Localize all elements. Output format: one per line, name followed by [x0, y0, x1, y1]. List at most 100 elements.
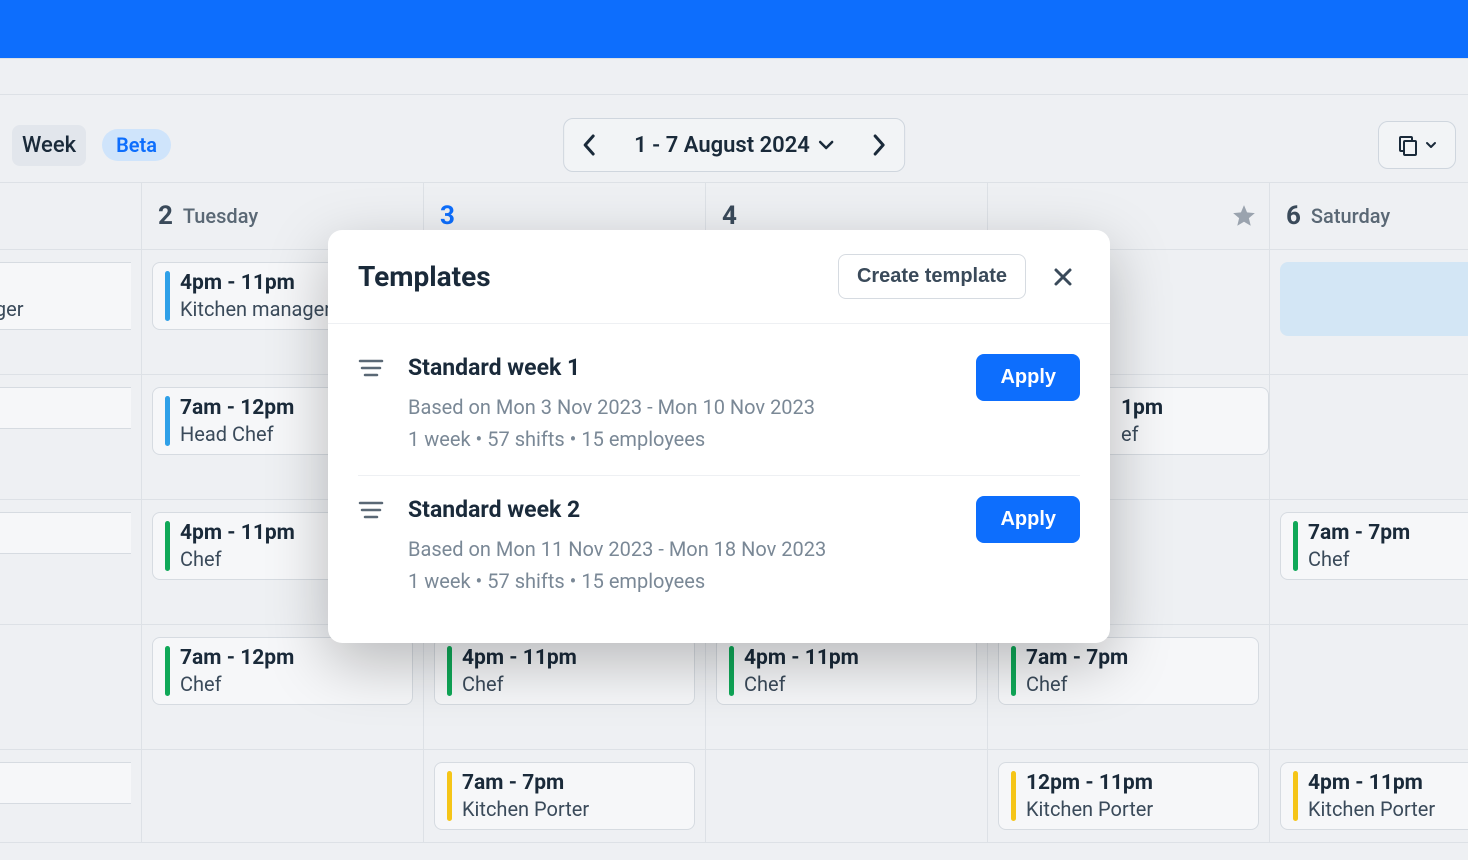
shift-time: 4pm - 11pm — [1308, 771, 1435, 795]
cell: n nager — [0, 250, 142, 375]
shift-color-bar — [447, 771, 452, 821]
shift-role: ef — [1121, 422, 1163, 446]
shift-role: nager — [0, 297, 24, 321]
shift-color-bar — [165, 521, 170, 571]
cell[interactable]: 7am - 7pm Chef — [988, 625, 1270, 750]
shift-role: Chef — [744, 672, 859, 696]
shift-card[interactable]: 7am - 7pm Chef — [1280, 512, 1468, 580]
star-icon — [1231, 203, 1257, 229]
shift-time: 1pm — [1121, 396, 1163, 420]
cell[interactable] — [1270, 625, 1468, 750]
shift-card[interactable]: 7am - 7pm Chef — [998, 637, 1259, 705]
copy-menu-button[interactable] — [1378, 121, 1456, 169]
chevron-left-icon — [582, 134, 596, 156]
chevron-down-icon — [818, 140, 834, 150]
date-range-label: 1 - 7 August 2024 — [634, 133, 810, 158]
cell[interactable]: 7am - 7pm Chef — [1270, 500, 1468, 625]
cell[interactable]: 7am - 12pm Chef — [142, 625, 424, 750]
shift-card[interactable]: 7am - 12pm Chef — [152, 637, 413, 705]
shift-color-bar — [165, 646, 170, 696]
day-header-sat[interactable]: 6 Saturday — [1270, 183, 1468, 250]
cell[interactable]: AM — [1270, 250, 1468, 375]
secondary-bar — [0, 94, 1468, 108]
shift-time: 7am - 7pm — [1308, 521, 1410, 545]
shift-role: Kitchen Porter — [462, 797, 589, 821]
shift-color-bar — [1011, 646, 1016, 696]
shift-time: 7am - 12pm — [180, 396, 294, 420]
shift-role: Chef — [1026, 672, 1128, 696]
cell[interactable]: 12pm - 11pm Kitchen Porter — [988, 750, 1270, 843]
day-number: 2 — [158, 201, 173, 231]
close-button[interactable] — [1046, 260, 1080, 294]
list-icon — [358, 500, 384, 520]
shift-card[interactable]: 4pm - 11pm Chef — [716, 637, 977, 705]
day-number: 4 — [722, 201, 737, 231]
sub-banner — [0, 58, 1468, 94]
shift-card[interactable]: 4pm - 11pm Chef — [434, 637, 695, 705]
shift-color-bar — [447, 646, 452, 696]
leave-card[interactable]: AM — [1280, 262, 1468, 336]
shift-role: Chef — [180, 547, 295, 571]
view-toggle-week[interactable]: Week — [12, 125, 86, 166]
close-icon — [1052, 266, 1074, 288]
cell[interactable] — [706, 750, 988, 843]
day-header-partial — [0, 183, 142, 250]
shift-color-bar — [1293, 771, 1298, 821]
modal-header: Templates Create template — [328, 230, 1110, 324]
template-list: Standard week 1 Based on Mon 3 Nov 2023 … — [328, 324, 1110, 643]
shift-time: 7am - 7pm — [462, 771, 589, 795]
shift-card[interactable]: 7am - 7pm Kitchen Porter — [434, 762, 695, 830]
templates-modal: Templates Create template Standard week … — [328, 230, 1110, 643]
shift-card[interactable]: 12pm - 11pm Kitchen Porter — [998, 762, 1259, 830]
shift-role: Chef — [1308, 547, 1410, 571]
date-range-selector[interactable]: 1 - 7 August 2024 — [614, 133, 854, 158]
shift-card-partial[interactable]: 1pm ef — [1109, 387, 1269, 455]
apply-button[interactable]: Apply — [976, 354, 1080, 401]
cell: n — [0, 500, 142, 625]
toolbar: Week Beta 1 - 7 August 2024 — [0, 108, 1468, 182]
cell[interactable] — [142, 750, 424, 843]
shift-role: Kitchen Porter — [1026, 797, 1153, 821]
cell[interactable]: 4pm - 11pm Chef — [706, 625, 988, 750]
shift-card-partial[interactable]: n nager — [0, 262, 131, 330]
template-name: Standard week 1 — [408, 354, 952, 381]
shift-color-bar — [165, 396, 170, 446]
shift-color-bar — [1011, 771, 1016, 821]
shift-time: 4pm - 11pm — [462, 646, 577, 670]
shift-time: 4pm - 11pm — [180, 271, 331, 295]
shift-role: Chef — [180, 672, 294, 696]
shift-card-partial[interactable]: er — [0, 762, 131, 804]
shift-time: 7am - 12pm — [180, 646, 294, 670]
day-name: Saturday — [1311, 204, 1390, 228]
template-item: Standard week 1 Based on Mon 3 Nov 2023 … — [358, 334, 1080, 476]
next-week-button[interactable] — [854, 119, 904, 171]
shift-role: Kitchen Porter — [1308, 797, 1435, 821]
template-based-on: Based on Mon 11 Nov 2023 - Mon 18 Nov 20… — [408, 533, 952, 565]
cell[interactable]: 4pm - 11pm Chef — [424, 625, 706, 750]
cell[interactable] — [1270, 375, 1468, 500]
shift-card-partial[interactable]: n — [0, 387, 131, 429]
cell[interactable] — [0, 625, 142, 750]
shift-card[interactable]: 4pm - 11pm Kitchen Porter — [1280, 762, 1468, 830]
chevron-down-icon — [1425, 141, 1437, 149]
cell[interactable]: 7am - 7pm Kitchen Porter — [424, 750, 706, 843]
day-name: Tuesday — [183, 204, 258, 228]
template-based-on: Based on Mon 3 Nov 2023 - Mon 10 Nov 202… — [408, 391, 952, 423]
template-name: Standard week 2 — [408, 496, 952, 523]
apply-button[interactable]: Apply — [976, 496, 1080, 543]
shift-card-partial[interactable]: n — [0, 512, 131, 554]
shift-time: 12pm - 11pm — [1026, 771, 1153, 795]
create-template-button[interactable]: Create template — [838, 254, 1026, 299]
shift-time: 4pm - 11pm — [180, 521, 295, 545]
cell: er — [0, 750, 142, 843]
shift-role: Head Chef — [180, 422, 294, 446]
shift-time: 7am - 7pm — [1026, 646, 1128, 670]
cell[interactable]: 4pm - 11pm Kitchen Porter — [1270, 750, 1468, 843]
template-stats: 1 week • 57 shifts • 15 employees — [408, 565, 952, 597]
shift-time: n — [0, 271, 24, 295]
day-number: 3 — [440, 201, 455, 231]
date-navigator: 1 - 7 August 2024 — [563, 118, 905, 172]
shift-role: Chef — [462, 672, 577, 696]
beta-badge: Beta — [102, 129, 171, 161]
prev-week-button[interactable] — [564, 119, 614, 171]
